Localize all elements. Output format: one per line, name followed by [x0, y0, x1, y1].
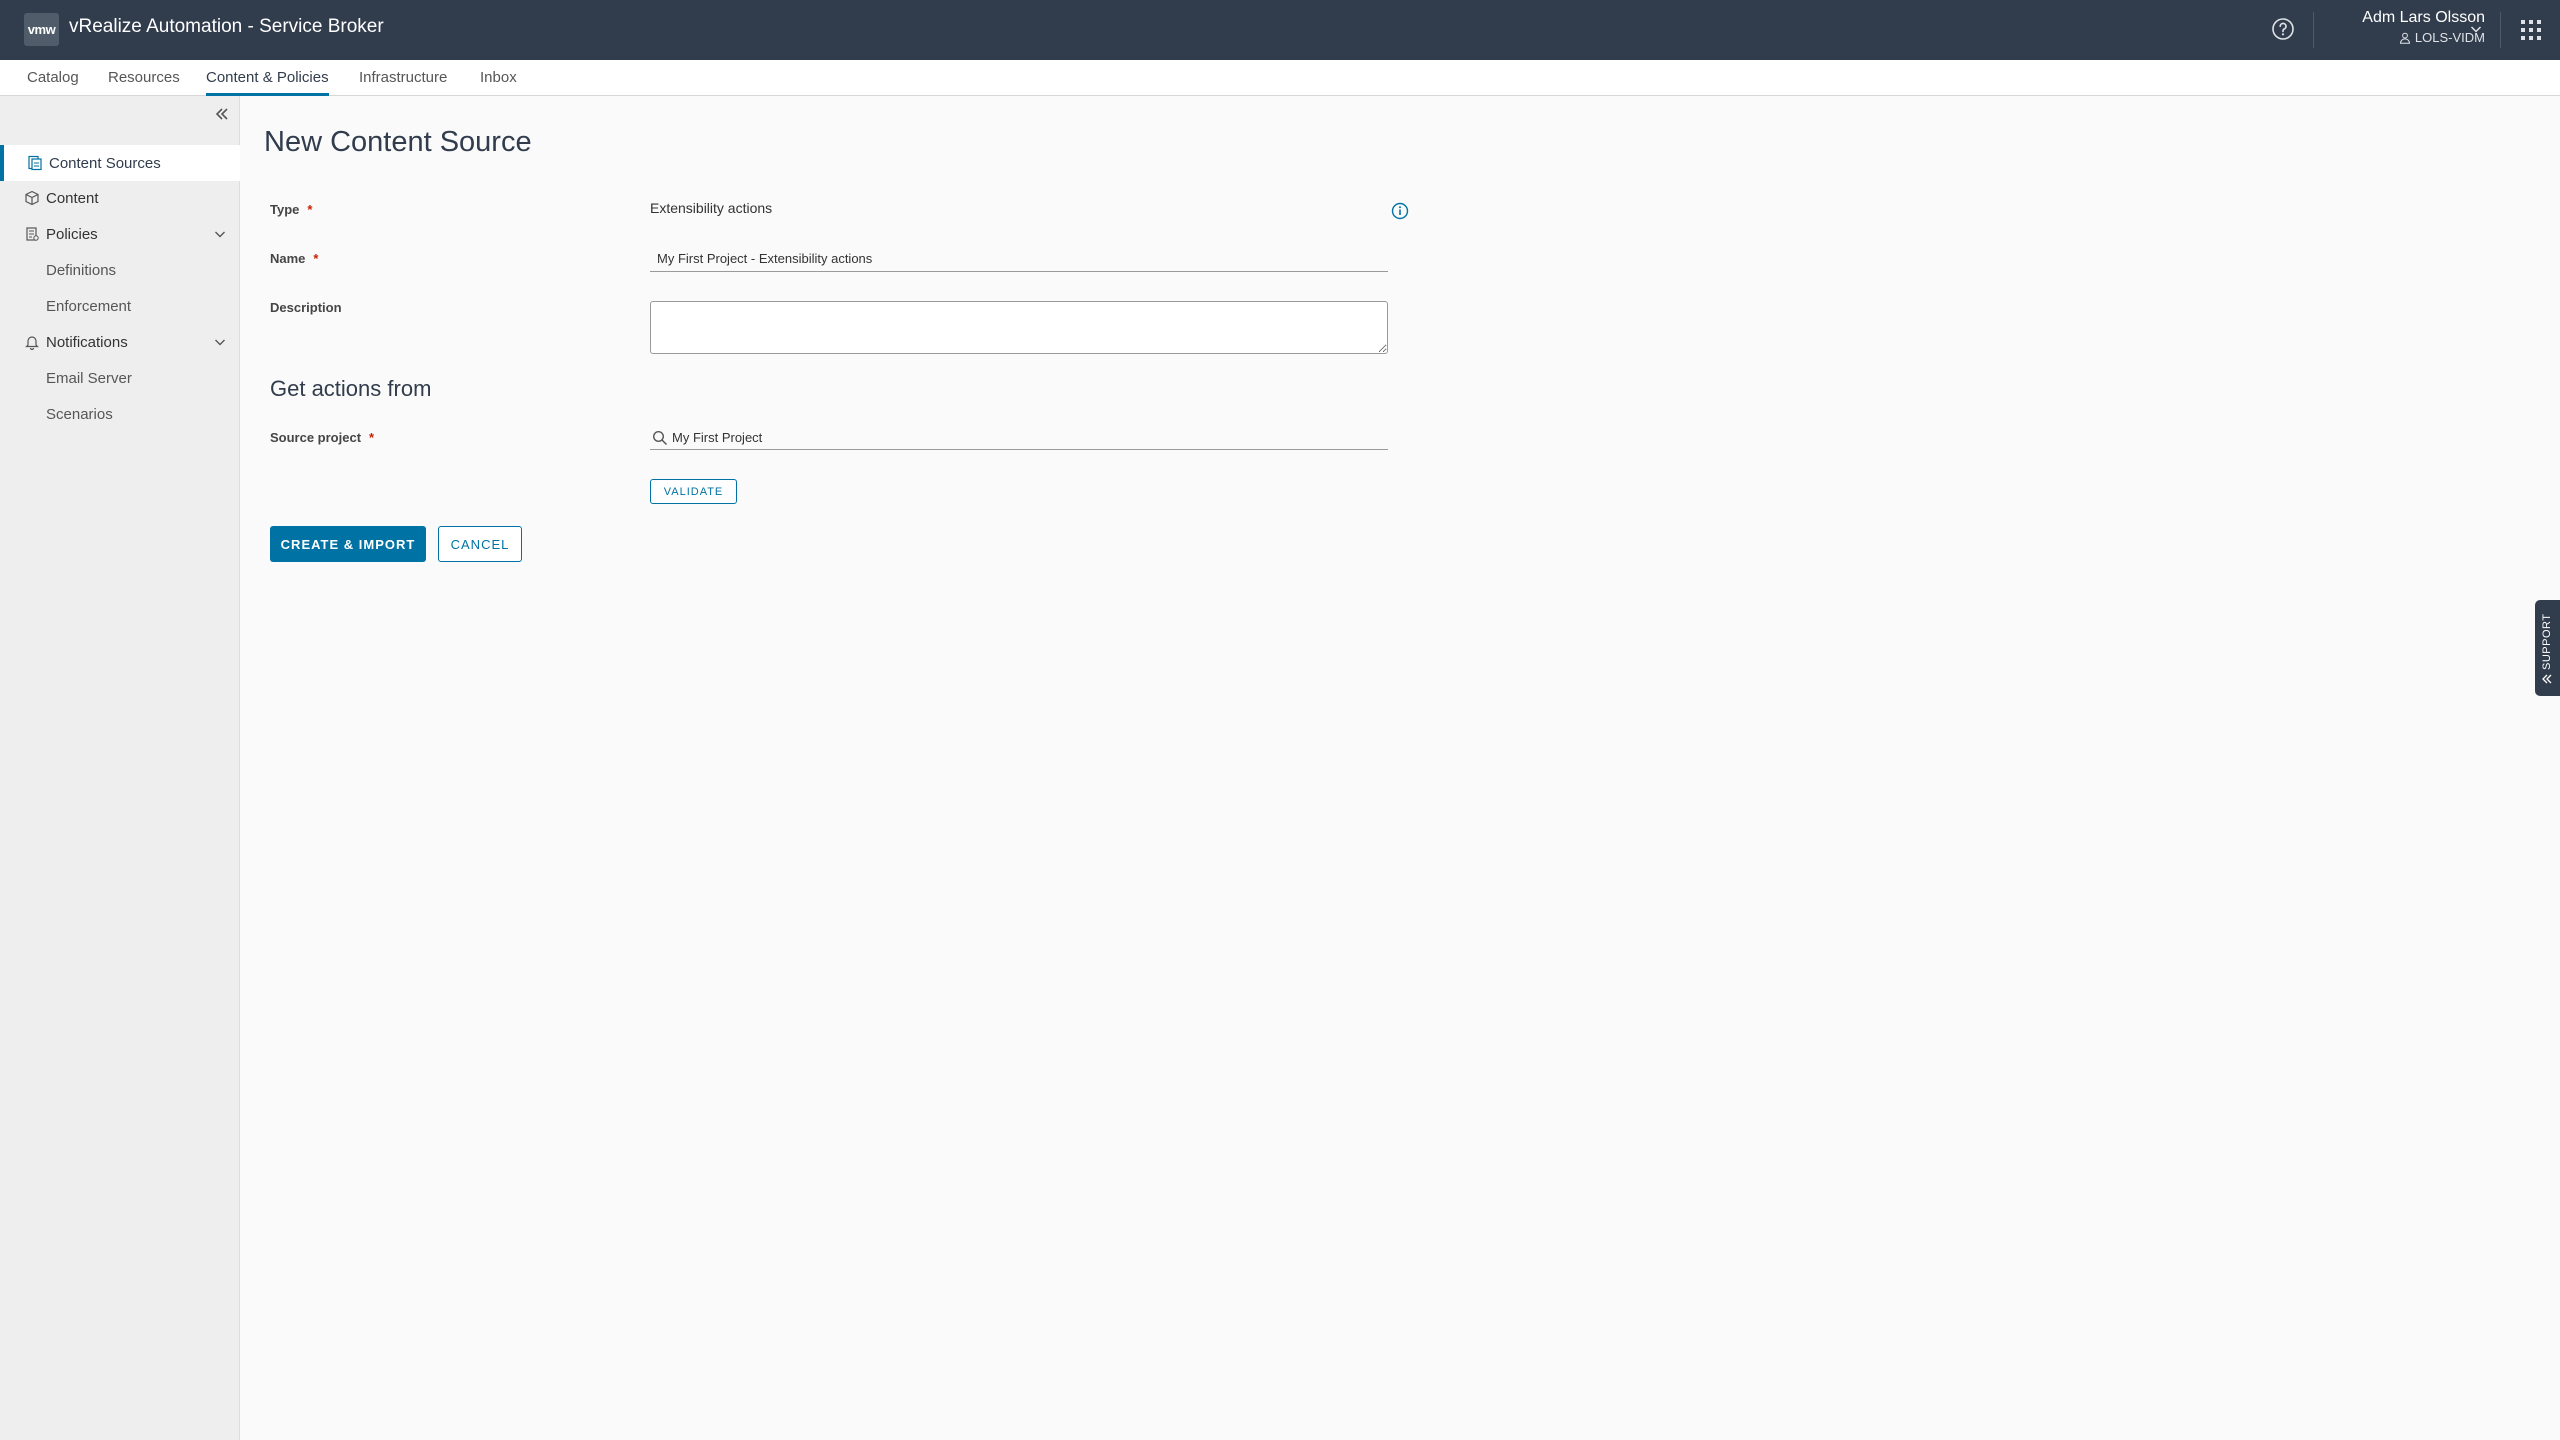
- user-menu[interactable]: Adm Lars Olsson LOLS-VIDM: [2325, 9, 2485, 49]
- cube-icon: [24, 190, 40, 206]
- source-project-field[interactable]: [650, 426, 1388, 450]
- sidebar-item-enforcement[interactable]: Enforcement: [46, 298, 131, 315]
- description-textarea[interactable]: [650, 301, 1388, 354]
- sidebar-item-email-server[interactable]: Email Server: [46, 370, 132, 387]
- chevron-down-icon[interactable]: [212, 334, 228, 350]
- main-nav: Catalog Resources Content & Policies Inf…: [0, 60, 2560, 96]
- tab-catalog[interactable]: Catalog: [27, 60, 79, 96]
- sidebar-item-scenarios[interactable]: Scenarios: [46, 406, 113, 423]
- tab-content-policies[interactable]: Content & Policies: [206, 60, 329, 96]
- create-import-button[interactable]: CREATE & IMPORT: [270, 526, 426, 562]
- source-project-label-text: Source project: [270, 430, 362, 445]
- search-icon: [652, 430, 668, 446]
- type-label: Type *: [270, 202, 312, 217]
- type-value: Extensibility actions: [650, 200, 773, 216]
- name-label: Name *: [270, 251, 318, 266]
- source-project-input[interactable]: [672, 430, 1372, 445]
- cancel-button[interactable]: CANCEL: [438, 526, 522, 562]
- required-marker: *: [313, 251, 319, 266]
- sidebar-item-content[interactable]: Content: [0, 180, 240, 216]
- sidebar-item-policies[interactable]: Policies: [0, 216, 240, 252]
- vmware-logo[interactable]: vmw: [24, 13, 59, 46]
- sidebar-item-content-sources[interactable]: Content Sources: [0, 145, 240, 181]
- validate-button[interactable]: VALIDATE: [650, 479, 737, 504]
- section-title: Get actions from: [270, 376, 432, 401]
- help-icon[interactable]: [2271, 17, 2295, 41]
- app-title[interactable]: vRealize Automation - Service Broker: [69, 16, 384, 38]
- user-icon: [2399, 32, 2411, 44]
- info-icon[interactable]: [1391, 202, 1409, 220]
- page-title: New Content Source: [264, 126, 532, 158]
- required-marker: *: [307, 202, 313, 217]
- chevron-down-icon[interactable]: [212, 226, 228, 242]
- sidebar-item-notifications[interactable]: Notifications: [0, 324, 240, 360]
- sidebar-item-label: Notifications: [46, 333, 128, 351]
- user-name: Adm Lars Olsson: [2362, 9, 2485, 26]
- sidebar-item-label: Content Sources: [49, 154, 161, 172]
- name-input[interactable]: [650, 246, 1388, 272]
- apps-grid-icon[interactable]: [2520, 19, 2542, 41]
- support-tab[interactable]: SUPPORT: [2535, 600, 2560, 696]
- policy-icon: [24, 226, 40, 242]
- sidebar-item-label: Policies: [46, 225, 98, 243]
- tab-inbox[interactable]: Inbox: [480, 60, 517, 96]
- name-label-text: Name: [270, 251, 306, 266]
- sidebar-item-definitions[interactable]: Definitions: [46, 262, 116, 279]
- app-header: vmw vRealize Automation - Service Broker…: [0, 0, 2560, 60]
- bell-icon: [24, 334, 40, 350]
- header-divider: [2313, 12, 2314, 48]
- source-project-label: Source project *: [270, 430, 374, 445]
- content-sources-icon: [27, 155, 43, 171]
- tab-infrastructure[interactable]: Infrastructure: [359, 60, 447, 96]
- header-divider: [2500, 12, 2501, 48]
- description-label: Description: [270, 300, 342, 315]
- required-marker: *: [369, 430, 375, 445]
- collapse-sidebar-icon[interactable]: [212, 104, 232, 124]
- sidebar-item-label: Content: [46, 189, 99, 207]
- double-chevron-icon: [2540, 672, 2554, 686]
- tab-resources[interactable]: Resources: [108, 60, 180, 96]
- chevron-down-icon[interactable]: [2468, 21, 2484, 37]
- type-label-text: Type: [270, 202, 300, 217]
